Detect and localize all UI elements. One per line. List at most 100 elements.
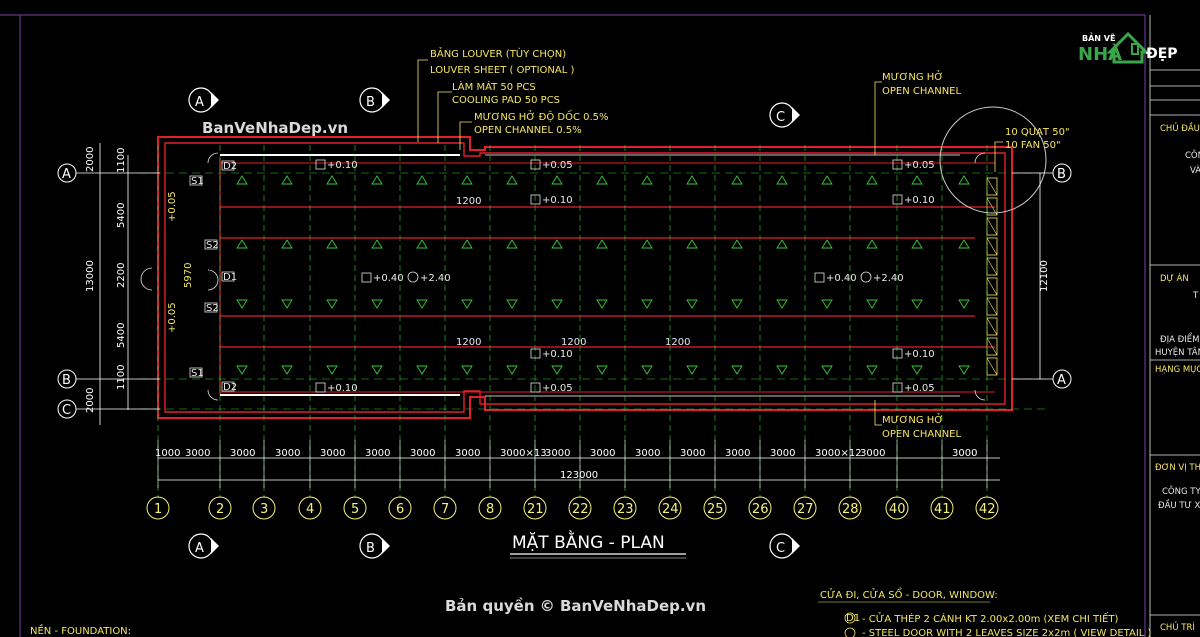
grid-number-5: 5 bbox=[351, 502, 359, 517]
annot-channel-slope-vi: MƯƠNG HỞ ĐỘ DỐC 0.5% bbox=[474, 109, 609, 123]
title-block-project-label: DỰ ÁN bbox=[1160, 272, 1189, 284]
bottom-dim-7: 3000 bbox=[410, 448, 435, 459]
level-010-mid-top: +0.10 bbox=[542, 195, 573, 206]
annot-channel-bottom-vi: MƯƠNG HỞ bbox=[882, 412, 943, 426]
bottom-dim-9: 3000×13 bbox=[500, 448, 547, 459]
logo-tagline: BẢN VẼ bbox=[1082, 32, 1115, 43]
title-block-contractor-label: ĐƠN VỊ THI bbox=[1155, 463, 1200, 473]
level-040-left: +0.40 bbox=[373, 273, 404, 284]
level-010-top: +0.10 bbox=[327, 160, 358, 171]
foundation-label: NỀN - FOUNDATION: bbox=[30, 623, 131, 637]
level-040-right: +0.40 bbox=[826, 273, 857, 284]
left-level-bottom: +0.05 bbox=[167, 302, 178, 333]
logo-brand-left: NHÀ bbox=[1078, 43, 1122, 65]
left-dim-7: 2000 bbox=[85, 388, 96, 413]
bottom-dim-15: 3000 bbox=[770, 448, 795, 459]
grid-number-26: 26 bbox=[752, 502, 769, 517]
annot-channel-bottom-en: OPEN CHANNEL bbox=[882, 429, 962, 440]
annot-channel-top-vi: MƯƠNG HỞ bbox=[882, 69, 943, 83]
grid-number-22: 22 bbox=[572, 502, 589, 517]
bottom-dim-11: 3000 bbox=[590, 448, 615, 459]
grid-number-6: 6 bbox=[396, 502, 404, 517]
grid-number-40: 40 bbox=[889, 502, 906, 517]
grid-number-25: 25 bbox=[707, 502, 724, 517]
level-005-top: +0.05 bbox=[542, 160, 573, 171]
annot-cooling-en: COOLING PAD 50 PCS bbox=[452, 95, 560, 106]
level-240-right: +2.40 bbox=[873, 273, 904, 284]
left-dim-4: 2200 bbox=[116, 263, 127, 288]
grid-number-1: 1 bbox=[154, 502, 162, 517]
title-block-project-value: T bbox=[1192, 291, 1199, 301]
bottom-dim-10: 3000 bbox=[545, 448, 570, 459]
left-dim-total: 13000 bbox=[85, 260, 96, 292]
legend-item2: - STEEL DOOR WITH 2 LEAVES SIZE 2x2m ( V… bbox=[862, 628, 1152, 637]
level-010-right-bottom: +0.10 bbox=[904, 349, 935, 360]
grid-number-28: 28 bbox=[842, 502, 859, 517]
left-level-top: +0.05 bbox=[167, 191, 178, 222]
section-c-top: C bbox=[776, 110, 785, 125]
overall-length: 123000 bbox=[560, 470, 598, 481]
title-block-owner-line2: VÀ bbox=[1190, 164, 1200, 176]
legend-item1: - CỬA THÉP 2 CÁNH KT 2.00x2.00m (XEM CHI… bbox=[862, 611, 1118, 625]
left-dim-2: 1100 bbox=[116, 148, 127, 173]
axis-row-b-left: B bbox=[62, 373, 71, 388]
grid-number-21: 21 bbox=[527, 502, 544, 517]
left-dim-1: 2000 bbox=[85, 147, 96, 172]
legend-item1-tag: D1 bbox=[846, 613, 860, 624]
annot-channel-top-en: OPEN CHANNEL bbox=[882, 86, 962, 97]
right-dim-total: 12100 bbox=[1039, 260, 1050, 292]
window-tag-s2-top: S2 bbox=[206, 240, 219, 251]
left-dim-6: 1100 bbox=[116, 365, 127, 390]
bottom-dim-1: 1000 bbox=[155, 448, 180, 459]
grid-number-24: 24 bbox=[662, 502, 679, 517]
section-b-bottom: B bbox=[366, 541, 375, 556]
bottom-dim-14: 3000 bbox=[725, 448, 750, 459]
bottom-dim-4: 3000 bbox=[275, 448, 300, 459]
window-tag-s1-bottom: S1 bbox=[191, 368, 204, 379]
level-010-bottom: +0.10 bbox=[327, 383, 358, 394]
cad-plan-drawing: CHỦ ĐẦU CÔN VÀ DỰ ÁN T ĐỊA ĐIỂM HUYỆN TÂ… bbox=[0, 0, 1200, 637]
left-dim-5: 5400 bbox=[116, 323, 127, 348]
door-tag-d2-top: D2 bbox=[223, 161, 237, 172]
left-small-dim: 5970 bbox=[183, 263, 194, 288]
bottom-dim-8: 3000 bbox=[455, 448, 480, 459]
window-tag-s2-bottom: S2 bbox=[206, 303, 219, 314]
axis-row-c-left: C bbox=[62, 403, 71, 418]
title-block-location-value: HUYỆN TÂN bbox=[1155, 346, 1200, 358]
grid-number-27: 27 bbox=[797, 502, 814, 517]
watermark-top: BanVeNhaDep.vn bbox=[202, 119, 348, 137]
bottom-dimension-values: 1000 3000 3000 3000 3000 3000 3000 3000 3000×133… bbox=[155, 448, 977, 459]
inner-dim-1200-bottom-left: 1200 bbox=[456, 337, 481, 348]
logo-brand-right: ĐẸP bbox=[1146, 46, 1178, 62]
bottom-dim-6: 3000 bbox=[365, 448, 390, 459]
section-a-bottom: A bbox=[195, 541, 204, 556]
title-block-item-label: HẠNG MỤC bbox=[1155, 365, 1200, 375]
annot-fan-en: 10 FAN 50" bbox=[1005, 140, 1061, 151]
section-a-top: A bbox=[195, 95, 204, 110]
bottom-dim-3: 3000 bbox=[230, 448, 255, 459]
grid-number-42: 42 bbox=[979, 502, 996, 517]
annot-louver-vi: BẢNG LOUVER (TÙY CHỌN) bbox=[430, 46, 566, 60]
level-005-bottom: +0.05 bbox=[542, 383, 573, 394]
bottom-dim-13: 3000 bbox=[680, 448, 705, 459]
level-005-right: +0.05 bbox=[904, 160, 935, 171]
axis-row-a-left: A bbox=[62, 167, 71, 182]
axis-row-a-right: A bbox=[1057, 373, 1066, 388]
annot-cooling-vi: LÀM MÁT 50 PCS bbox=[452, 80, 536, 93]
title-block-contractor-line1: CÔNG TY bbox=[1162, 485, 1200, 497]
section-c-bottom: C bbox=[776, 541, 785, 556]
annot-channel-slope-en: OPEN CHANNEL 0.5% bbox=[474, 125, 582, 136]
level-010-mid-bottom: +0.10 bbox=[542, 349, 573, 360]
watermark-bottom: Bản quyền © BanVeNhaDep.vn bbox=[445, 596, 706, 615]
grid-number-23: 23 bbox=[617, 502, 634, 517]
title-block-lead-label: CHỦ TRÌ bbox=[1160, 621, 1195, 633]
door-tag-d2-bottom: D2 bbox=[223, 382, 237, 393]
grid-number-4: 4 bbox=[306, 502, 314, 517]
inner-dim-1200-top: 1200 bbox=[456, 196, 481, 207]
level-010-right-top: +0.10 bbox=[904, 195, 935, 206]
grid-number-7: 7 bbox=[441, 502, 449, 517]
grid-number-8: 8 bbox=[486, 502, 494, 517]
annot-louver-en: LOUVER SHEET ( OPTIONAL ) bbox=[430, 65, 574, 76]
left-dim-3: 5400 bbox=[116, 203, 127, 228]
annot-fan-vi: 10 QUẠT 50" bbox=[1005, 127, 1070, 138]
